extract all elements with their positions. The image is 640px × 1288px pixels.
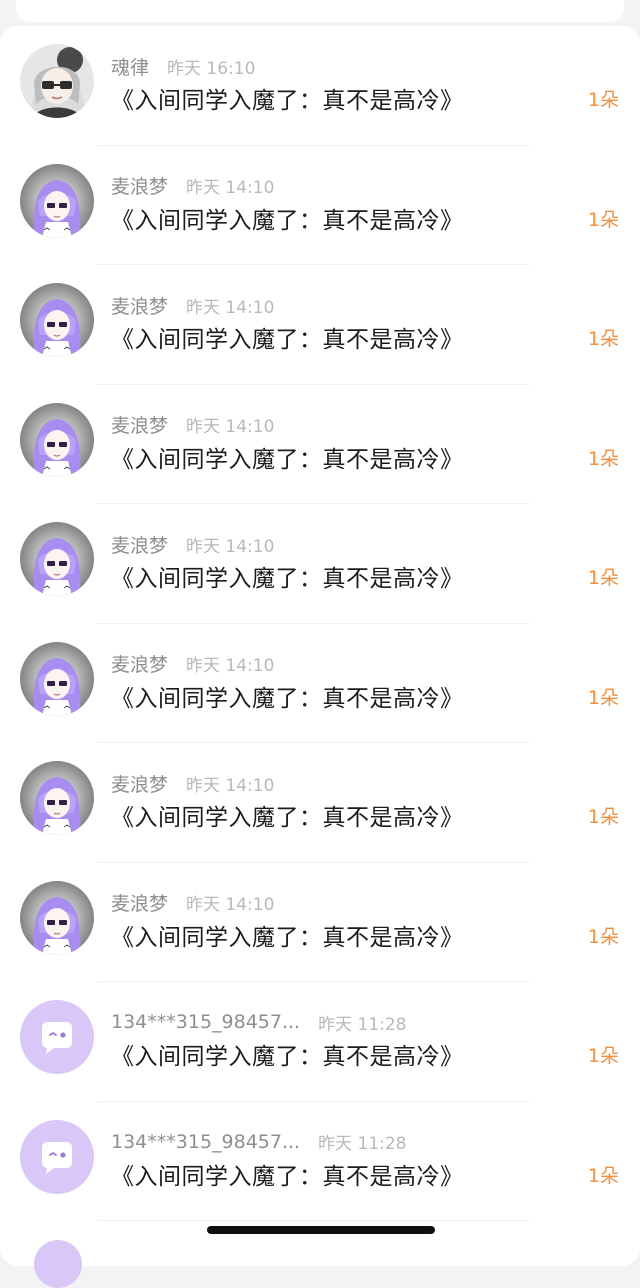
flower-count: 1朵	[587, 567, 619, 589]
flower-count: 1朵	[587, 1045, 619, 1067]
user-avatar[interactable]	[20, 402, 94, 477]
book-title: 《入间同学入魔了：真不是高冷》	[111, 88, 464, 114]
message-time: 昨天 14:10	[186, 775, 275, 796]
user-avatar[interactable]	[20, 283, 94, 357]
message-time: 昨天 14:10	[186, 297, 275, 318]
next-row-avatar-peek	[34, 1240, 82, 1288]
gift-record-row[interactable]: 麦浪梦 昨天 14:10 《入间同学入魔了：真不是高冷》 1朵	[0, 265, 640, 385]
sender-name: 麦浪梦	[111, 534, 169, 557]
sender-line: 魂律 昨天 16:10	[111, 54, 256, 79]
sender-line: 麦浪梦 昨天 14:10	[111, 771, 275, 796]
gift-record-row[interactable]: 魂律 昨天 16:10 《入间同学入魔了：真不是高冷》 1朵	[0, 26, 640, 146]
flower-count: 1朵	[587, 328, 619, 350]
message-time: 昨天 14:10	[186, 178, 275, 198]
sender-name: 魂律	[111, 56, 150, 79]
user-avatar[interactable]	[20, 761, 94, 835]
sender-line: 麦浪梦 昨天 14:10	[111, 532, 275, 557]
user-avatar[interactable]	[20, 163, 94, 238]
gift-record-row[interactable]: 麦浪梦 昨天 14:10 《入间同学入魔了：真不是高冷》 1朵	[0, 863, 640, 982]
sender-name: 麦浪梦	[111, 654, 169, 676]
flower-count: 1朵	[587, 925, 619, 948]
sender-line: 麦浪梦 昨天 14:10	[111, 174, 274, 198]
sender-name: 麦浪梦	[111, 893, 169, 915]
sender-name: 麦浪梦	[111, 415, 169, 437]
book-title: 《入间同学入魔了：真不是高冷》	[111, 327, 464, 353]
gift-record-row[interactable]: 麦浪梦 昨天 14:10 《入间同学入魔了：真不是高冷》 1朵	[0, 146, 640, 265]
user-avatar[interactable]	[20, 641, 94, 716]
user-avatar[interactable]	[20, 44, 94, 118]
sender-name: 麦浪梦	[111, 176, 169, 198]
message-time: 昨天 11:28	[318, 1134, 407, 1154]
sender-line: 134***315_98457... 昨天 11:28	[111, 1130, 407, 1155]
book-title: 《入间同学入魔了：真不是高冷》	[111, 1044, 464, 1070]
message-time: 昨天 14:10	[186, 536, 275, 557]
gift-record-row[interactable]: 麦浪梦 昨天 14:10 《入间同学入魔了：真不是高冷》 1朵	[0, 624, 640, 743]
flower-count: 1朵	[587, 1164, 619, 1187]
gift-record-row[interactable]: 134***315_98457... 昨天 11:28 《入间同学入魔了：真不是高冷…	[0, 982, 640, 1102]
flower-count: 1朵	[587, 806, 619, 828]
book-title: 《入间同学入魔了：真不是高冷》	[111, 446, 464, 473]
book-title: 《入间同学入魔了：真不是高冷》	[111, 685, 464, 712]
sender-name: 麦浪梦	[111, 773, 169, 796]
book-title: 《入间同学入魔了：真不是高冷》	[111, 207, 464, 234]
book-title: 《入间同学入魔了：真不是高冷》	[111, 924, 464, 951]
home-indicator[interactable]	[207, 1226, 435, 1234]
user-avatar[interactable]	[20, 522, 94, 596]
gift-record-row[interactable]: 134***315_98457... 昨天 11:28 《入间同学入魔了：真不是高冷…	[0, 1102, 640, 1221]
message-time: 昨天 14:10	[186, 656, 275, 676]
book-title: 《入间同学入魔了：真不是高冷》	[111, 1163, 464, 1190]
book-title: 《入间同学入魔了：真不是高冷》	[111, 566, 464, 592]
sender-line: 134***315_98457... 昨天 11:28	[111, 1010, 407, 1035]
sender-name: 麦浪梦	[111, 295, 169, 318]
flower-count: 1朵	[587, 208, 619, 231]
message-time: 昨天 14:10	[186, 895, 275, 915]
flower-count: 1朵	[587, 447, 619, 470]
user-avatar[interactable]	[20, 880, 94, 955]
message-time: 昨天 14:10	[186, 417, 275, 437]
sender-line: 麦浪梦 昨天 14:10	[111, 891, 274, 915]
message-time: 昨天 11:28	[318, 1014, 407, 1035]
sender-line: 麦浪梦 昨天 14:10	[111, 413, 274, 437]
user-avatar[interactable]	[20, 1000, 94, 1074]
flower-count: 1朵	[587, 686, 619, 709]
header-card-edge	[16, 0, 624, 22]
flower-count: 1朵	[587, 89, 619, 111]
row-divider	[98, 1220, 530, 1221]
top-strip	[0, 0, 640, 22]
gift-record-row[interactable]: 麦浪梦 昨天 14:10 《入间同学入魔了：真不是高冷》 1朵	[0, 504, 640, 624]
sender-name: 134***315_98457...	[111, 1011, 301, 1033]
gift-record-list: 魂律 昨天 16:10 《入间同学入魔了：真不是高冷》 1朵 麦浪梦 昨天 14:10 《…	[0, 26, 640, 1266]
gift-record-row[interactable]: 麦浪梦 昨天 14:10 《入间同学入魔了：真不是高冷》 1朵	[0, 385, 640, 504]
message-time: 昨天 16:10	[167, 58, 256, 79]
gift-record-row[interactable]: 麦浪梦 昨天 14:10 《入间同学入魔了：真不是高冷》 1朵	[0, 743, 640, 863]
user-avatar[interactable]	[20, 1119, 94, 1194]
book-title: 《入间同学入魔了：真不是高冷》	[111, 805, 464, 831]
sender-line: 麦浪梦 昨天 14:10	[111, 293, 275, 318]
sender-line: 麦浪梦 昨天 14:10	[111, 652, 274, 676]
sender-name: 134***315_98457...	[111, 1130, 301, 1153]
